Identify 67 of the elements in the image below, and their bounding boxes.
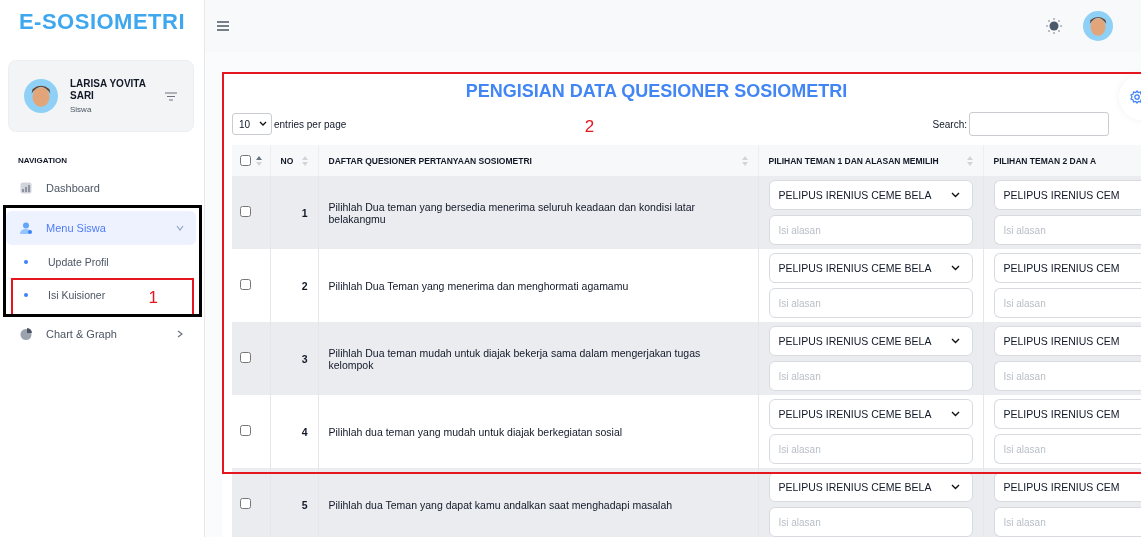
reason-field[interactable]: Isi alasan [768,361,973,391]
select-all-checkbox[interactable] [240,155,251,166]
friend-dropdown[interactable]: PELIPUS IRENIUS CEM [993,326,1141,356]
column-header: PILIHAN TEMAN 2 DAN A [983,145,1141,176]
friend-dropdown[interactable]: PELIPUS IRENIUS CEM [993,472,1141,502]
reason-field[interactable]: Isi alasan [768,215,973,245]
reason-field[interactable]: Isi alasan [768,288,973,318]
caret-icon [950,192,960,198]
submenu-item[interactable]: Isi Kuisioner 1 [8,278,196,311]
row-checkbox[interactable] [240,206,251,217]
nav-item[interactable]: Menu Siswa [6,211,196,245]
row-checkbox[interactable] [240,279,251,290]
nav-item[interactable]: Dashboard [6,171,196,205]
row-number: 5 [270,468,318,537]
caret-icon [950,484,960,490]
nav-item[interactable]: Chart & Graph [6,317,196,351]
reason-field[interactable]: Isi alasan [993,361,1141,391]
pie-chart-icon [20,328,32,340]
caret-icon [950,265,960,271]
friend-dropdown[interactable]: PELIPUS IRENIUS CEME BELA [768,472,973,502]
sun-icon [1046,18,1062,34]
friend-dropdown[interactable]: PELIPUS IRENIUS CEM [993,180,1141,210]
search-field[interactable] [969,112,1109,136]
row-checkbox[interactable] [240,498,251,509]
page-size-dropdown[interactable]: 10 [232,113,272,135]
caret-icon [950,338,960,344]
reason-field[interactable]: Isi alasan [993,215,1141,245]
bullet-icon [24,259,28,264]
search-label: Search: [932,118,967,130]
reason-field[interactable]: Isi alasan [993,288,1141,318]
entries-label: entries per page [274,118,347,130]
reason-field[interactable]: Isi alasan [768,507,973,537]
user-icon [20,222,32,234]
row-checkbox[interactable] [240,425,251,436]
reason-field[interactable]: Isi alasan [993,507,1141,537]
caret-icon [259,121,267,127]
user-role: Siswa [70,105,93,114]
question-cell: Pilihlah dua Teman yang dapat kamu andalkan saat menghadapi masalah [318,468,758,537]
section-label: NAVIGATION [18,156,69,165]
chevron-right-icon [176,330,184,338]
friend-dropdown[interactable]: PELIPUS IRENIUS CEM [993,399,1141,429]
reason-field[interactable]: Isi alasan [768,434,973,464]
annotation-number: 2 [584,117,595,137]
page-title: PENGISIAN DATA QUESIONER SOSIOMETRI [464,80,849,103]
friend-dropdown[interactable]: PELIPUS IRENIUS CEME BELA [768,326,973,356]
annotation-number: 1 [148,288,158,308]
column-header[interactable]: DAFTAR QUESIONER PERTANYAAN SOSIOMETRI [318,145,758,176]
bar-chart-icon [20,182,32,194]
menu-icon [217,21,229,31]
column-header[interactable]: PILIHAN TEMAN 1 DAN ALASAN MEMILIH [758,145,983,176]
filter-icon [165,91,177,101]
submenu-item[interactable]: Update Profil [8,245,196,278]
settings-icon [1130,90,1141,104]
reason-field[interactable]: Isi alasan [993,434,1141,464]
chevron-down-icon [176,224,184,232]
app-logo: E-SOSIOMETRI [18,8,186,35]
avatar-icon [24,79,58,113]
friend-dropdown[interactable]: PELIPUS IRENIUS CEME BELA [768,399,973,429]
avatar-icon [1083,11,1113,41]
column-header[interactable]: NO [270,145,318,176]
friend-dropdown[interactable]: PELIPUS IRENIUS CEME BELA [768,253,973,283]
friend-dropdown[interactable]: PELIPUS IRENIUS CEM [993,253,1141,283]
row-checkbox[interactable] [240,352,251,363]
bullet-icon [24,292,28,297]
caret-icon [950,411,960,417]
friend-dropdown[interactable]: PELIPUS IRENIUS CEME BELA [768,180,973,210]
user-name: LARISA YOVITA SARI [70,78,147,102]
